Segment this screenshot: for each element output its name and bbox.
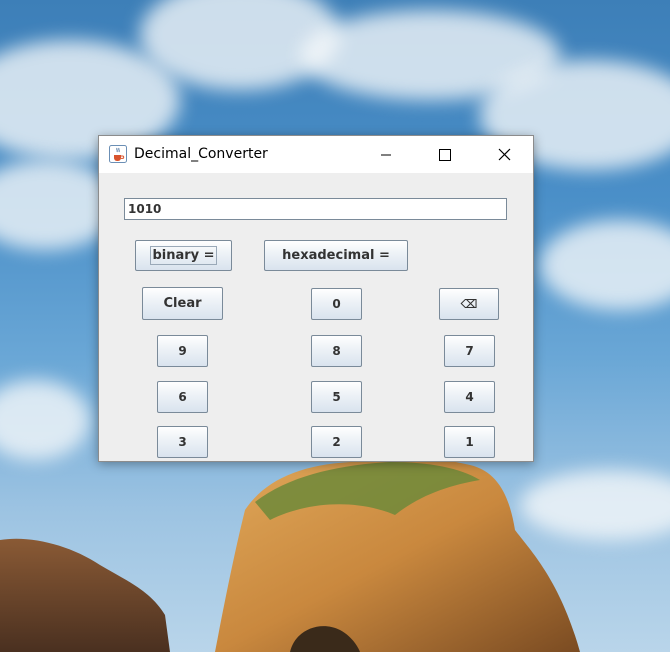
digit-3-label: 3 <box>178 435 187 449</box>
digit-0-button[interactable]: 0 <box>311 288 362 320</box>
maximize-icon <box>439 148 451 161</box>
clear-button-label: Clear <box>163 296 202 311</box>
number-display-field[interactable] <box>124 198 507 220</box>
digit-1-label: 1 <box>465 435 474 449</box>
digit-6-button[interactable]: 6 <box>157 381 208 413</box>
clear-button[interactable]: Clear <box>142 287 223 320</box>
minimize-button[interactable] <box>363 136 409 173</box>
digit-2-label: 2 <box>332 435 341 449</box>
binary-button[interactable]: binary = <box>135 240 232 271</box>
digit-6-label: 6 <box>178 390 187 404</box>
window-content: binary = hexadecimal = Clear 0 ⌫ 9 8 7 6… <box>99 173 533 461</box>
binary-button-label: binary = <box>150 246 217 265</box>
decimal-converter-window: Decimal_Converter binary = hexadecimal =… <box>98 135 534 462</box>
close-icon <box>498 148 510 161</box>
title-bar[interactable]: Decimal_Converter <box>99 136 533 173</box>
digit-9-label: 9 <box>178 344 187 358</box>
digit-7-button[interactable]: 7 <box>444 335 495 367</box>
window-title: Decimal_Converter <box>134 146 268 162</box>
digit-8-label: 8 <box>332 344 341 358</box>
digit-9-button[interactable]: 9 <box>157 335 208 367</box>
digit-0-label: 0 <box>332 297 341 311</box>
hexadecimal-button-label: hexadecimal = <box>282 248 390 263</box>
digit-1-button[interactable]: 1 <box>444 426 495 458</box>
backspace-button[interactable]: ⌫ <box>439 288 499 320</box>
java-coffee-icon <box>109 145 127 163</box>
rock-arch-landscape <box>0 458 580 652</box>
minimize-icon <box>381 154 391 155</box>
digit-8-button[interactable]: 8 <box>311 335 362 367</box>
digit-7-label: 7 <box>465 344 474 358</box>
digit-4-label: 4 <box>465 390 474 404</box>
maximize-button[interactable] <box>422 136 468 173</box>
digit-4-button[interactable]: 4 <box>444 381 495 413</box>
digit-5-label: 5 <box>332 390 341 404</box>
close-button[interactable] <box>481 136 527 173</box>
backspace-icon: ⌫ <box>460 297 478 311</box>
digit-2-button[interactable]: 2 <box>311 426 362 458</box>
digit-5-button[interactable]: 5 <box>311 381 362 413</box>
digit-3-button[interactable]: 3 <box>157 426 208 458</box>
hexadecimal-button[interactable]: hexadecimal = <box>264 240 408 271</box>
